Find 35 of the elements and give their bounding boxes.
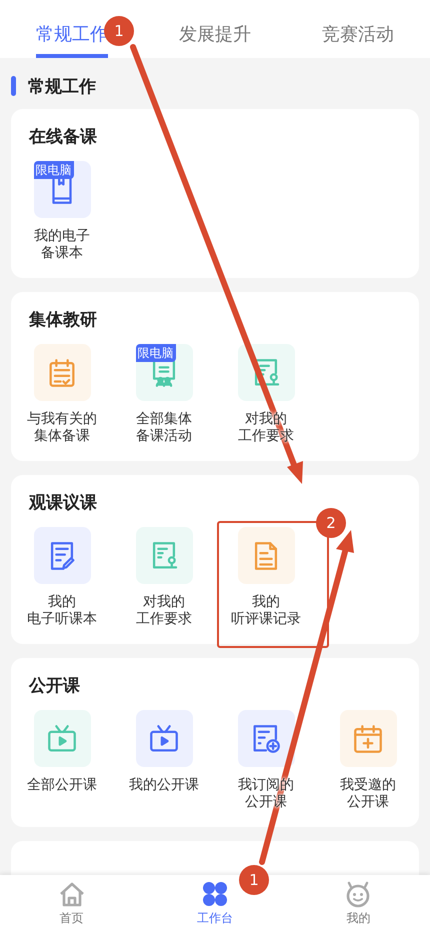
card-title: 集体教研 xyxy=(28,309,98,332)
icon-tile[interactable] xyxy=(34,710,90,767)
item-label: 我的 电子听课本 xyxy=(27,594,97,628)
icon-tile[interactable] xyxy=(238,710,294,767)
icon-tile[interactable] xyxy=(238,527,294,584)
card-title: 在线备课 xyxy=(28,126,98,149)
icon-tile[interactable] xyxy=(340,710,396,767)
tag: 限电脑 xyxy=(136,344,176,362)
icon-tile[interactable] xyxy=(136,710,192,767)
item-label: 全部集体 备课活动 xyxy=(136,411,192,445)
face-icon xyxy=(344,880,372,908)
icon-tile[interactable] xyxy=(136,527,192,584)
nav-item[interactable]: 我的 xyxy=(286,875,430,932)
tab[interactable]: 发展提升 xyxy=(179,0,251,58)
icon-tile[interactable]: 限电脑 xyxy=(136,344,192,401)
house-icon xyxy=(58,880,86,908)
section-marker xyxy=(11,76,16,96)
section-title: 常规工作 xyxy=(28,76,96,98)
item-label: 我的电子 备课本 xyxy=(34,228,90,262)
item-label: 我受邀的 公开课 xyxy=(340,777,396,811)
icon-tile[interactable]: 限电脑 xyxy=(34,161,90,218)
icon-tile[interactable] xyxy=(34,527,90,584)
icon-tile[interactable] xyxy=(238,344,294,401)
nav-item[interactable]: 首页 xyxy=(0,875,144,932)
item-label: 与我有关的 集体备课 xyxy=(27,411,97,445)
item-label: 我的公开课 xyxy=(129,777,199,795)
tab[interactable]: 竞赛活动 xyxy=(322,0,394,58)
item-label: 对我的 工作要求 xyxy=(136,594,192,628)
icon-tile[interactable] xyxy=(34,344,90,401)
tag: 限电脑 xyxy=(34,161,74,179)
item-label: 我的 听评课记录 xyxy=(231,594,301,628)
item-label: 全部公开课 xyxy=(27,777,97,795)
clover-icon xyxy=(200,880,229,908)
card-title: 观课议课 xyxy=(28,492,98,515)
card-title: 公开课 xyxy=(28,675,81,698)
